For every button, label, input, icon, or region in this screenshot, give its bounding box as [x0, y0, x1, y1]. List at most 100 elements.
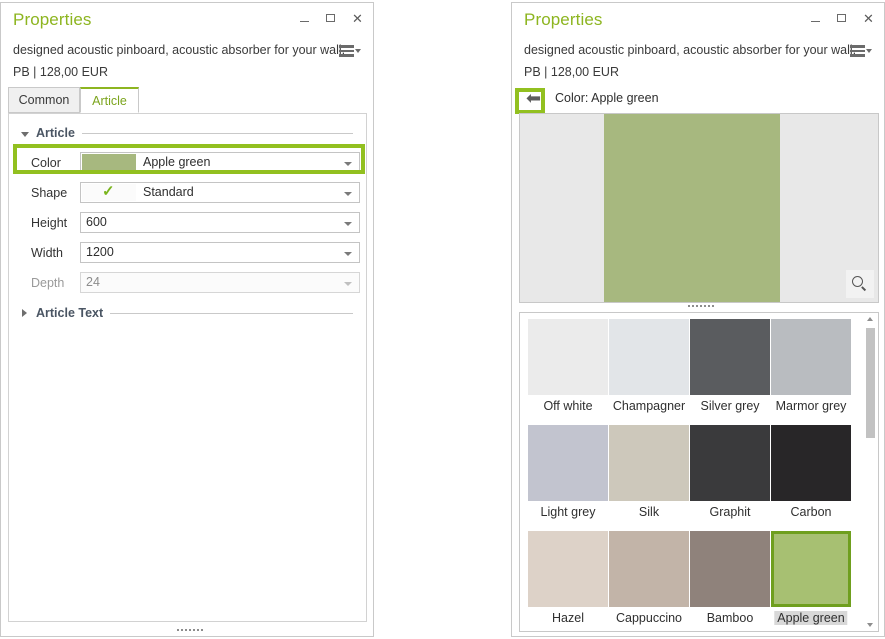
- screenshot-root: Properties ✕ designed acoustic pinboard,…: [0, 0, 885, 639]
- tab-common-label: Common: [18, 93, 70, 107]
- swatch-cell-selected[interactable]: Apple green: [771, 531, 851, 633]
- tab-article-label: Article: [92, 94, 127, 108]
- width-combobox[interactable]: 1200: [80, 242, 360, 263]
- swatch-color: [609, 425, 689, 501]
- left-tabstrip: Common Article: [8, 87, 366, 114]
- shape-combobox[interactable]: ✓ Standard: [80, 182, 360, 203]
- height-combobox[interactable]: 600: [80, 212, 360, 233]
- close-icon[interactable]: ✕: [862, 12, 875, 25]
- swatch-cell[interactable]: Hazel: [528, 531, 608, 633]
- color-combobox[interactable]: Apple green: [80, 152, 360, 173]
- field-depth-row: Depth 24: [9, 272, 368, 300]
- chevron-expanded-icon: [21, 131, 29, 137]
- swatch-color: [771, 425, 851, 501]
- depth-combobox: 24: [80, 272, 360, 293]
- right-panel-title-bar: Properties ✕: [512, 3, 884, 37]
- maximize-icon[interactable]: [325, 12, 338, 25]
- maximize-icon[interactable]: [836, 12, 849, 25]
- right-window-controls: ✕: [810, 12, 875, 25]
- swatch-cell[interactable]: Light grey: [528, 425, 608, 527]
- depth-combobox-value: 24: [86, 275, 100, 289]
- color-preview-area: [519, 113, 879, 303]
- swatch-color: [690, 319, 770, 395]
- minimize-icon[interactable]: [810, 12, 823, 25]
- caret-up-icon[interactable]: [867, 317, 873, 321]
- check-icon: ✓: [102, 183, 115, 200]
- swatch-color: [528, 425, 608, 501]
- group-article-label: Article: [36, 126, 75, 140]
- swatch-label: Bamboo: [706, 611, 754, 625]
- shape-combobox-value: Standard: [143, 185, 194, 199]
- left-panel-subtitle: designed acoustic pinboard, acoustic abs…: [13, 43, 346, 57]
- swatch-cell[interactable]: Graphit: [690, 425, 770, 527]
- field-width-row: Width 1200: [9, 242, 368, 270]
- chevron-down-icon: [344, 252, 352, 256]
- close-icon[interactable]: ✕: [351, 12, 364, 25]
- chevron-down-icon: [355, 49, 361, 53]
- swatch-cell[interactable]: Carbon: [771, 425, 851, 527]
- page-title: Properties: [13, 10, 92, 29]
- swatch-label: Silk: [638, 505, 660, 519]
- swatch-color: [609, 531, 689, 607]
- zoom-preview-button[interactable]: [846, 270, 874, 298]
- color-detail-back-bar: ⬅ Color: Apple green: [519, 87, 879, 114]
- width-combobox-value: 1200: [86, 245, 114, 259]
- chevron-down-icon: [344, 192, 352, 196]
- group-header-article-text[interactable]: Article Text: [21, 306, 353, 320]
- color-preview-swatch: [604, 114, 780, 302]
- caret-down-icon[interactable]: [867, 623, 873, 627]
- tab-article[interactable]: Article: [80, 87, 139, 113]
- group-divider: [81, 132, 353, 134]
- chevron-collapsed-icon: [22, 309, 27, 317]
- right-panel-price: PB | 128,00 EUR: [524, 65, 619, 79]
- swatch-cell[interactable]: Bamboo: [690, 531, 770, 633]
- article-form-box: Article Color Apple green Shape ✓ Standa…: [8, 113, 367, 622]
- back-button[interactable]: ⬅: [522, 88, 548, 110]
- right-panel-subtitle: designed acoustic pinboard, acoustic abs…: [524, 43, 857, 57]
- swatch-label: Carbon: [790, 505, 832, 519]
- minimize-icon[interactable]: [299, 12, 312, 25]
- swatch-label: Light grey: [540, 505, 596, 519]
- page-title-right: Properties: [524, 10, 603, 29]
- preview-splitter-grip[interactable]: [688, 305, 714, 307]
- color-combobox-value: Apple green: [143, 155, 211, 169]
- field-color-row: Color Apple green: [9, 152, 368, 180]
- left-panel-resize-grip[interactable]: [177, 629, 203, 631]
- scrollbar-thumb[interactable]: [866, 328, 875, 438]
- group-header-article[interactable]: Article: [21, 126, 353, 140]
- swatch-label: Silver grey: [700, 399, 760, 413]
- field-depth-label: Depth: [31, 276, 65, 290]
- field-shape-label: Shape: [31, 186, 68, 200]
- field-height-row: Height 600: [9, 212, 368, 240]
- swatch-color: [690, 531, 770, 607]
- tab-common[interactable]: Common: [8, 87, 80, 113]
- left-properties-panel: Properties ✕ designed acoustic pinboard,…: [0, 2, 374, 637]
- swatch-label: Champagner: [612, 399, 686, 413]
- swatch-cell[interactable]: Silk: [609, 425, 689, 527]
- swatch-cell[interactable]: Cappuccino: [609, 531, 689, 633]
- height-combobox-value: 600: [86, 215, 107, 229]
- left-panel-title-bar: Properties ✕: [1, 3, 373, 37]
- swatch-label: Graphit: [709, 505, 751, 519]
- swatch-label: Off white: [543, 399, 593, 413]
- right-properties-panel: Properties ✕ designed acoustic pinboard,…: [511, 2, 885, 637]
- swatch-label: Hazel: [552, 611, 584, 625]
- swatch-cell[interactable]: Champagner: [609, 319, 689, 421]
- swatch-cell[interactable]: Silver grey: [690, 319, 770, 421]
- left-panel-price: PB | 128,00 EUR: [13, 65, 108, 79]
- chevron-down-icon: [866, 49, 872, 53]
- swatch-cell[interactable]: Marmor grey: [771, 319, 851, 421]
- swatch-color: [690, 425, 770, 501]
- swatch-label: Marmor grey: [775, 399, 847, 413]
- swatch-grid-scrollbar[interactable]: [864, 314, 877, 630]
- swatch-label: Apple green: [774, 611, 848, 625]
- field-shape-row: Shape ✓ Standard: [9, 182, 368, 210]
- field-width-label: Width: [31, 246, 63, 260]
- hamburger-menu-icon[interactable]: [339, 43, 361, 59]
- left-window-controls: ✕: [299, 12, 364, 25]
- hamburger-menu-icon[interactable]: [850, 43, 872, 59]
- swatch-color: [609, 319, 689, 395]
- color-detail-title: Color: Apple green: [555, 91, 659, 105]
- swatch-cell[interactable]: Off white: [528, 319, 608, 421]
- color-preview-swatch: [82, 154, 136, 171]
